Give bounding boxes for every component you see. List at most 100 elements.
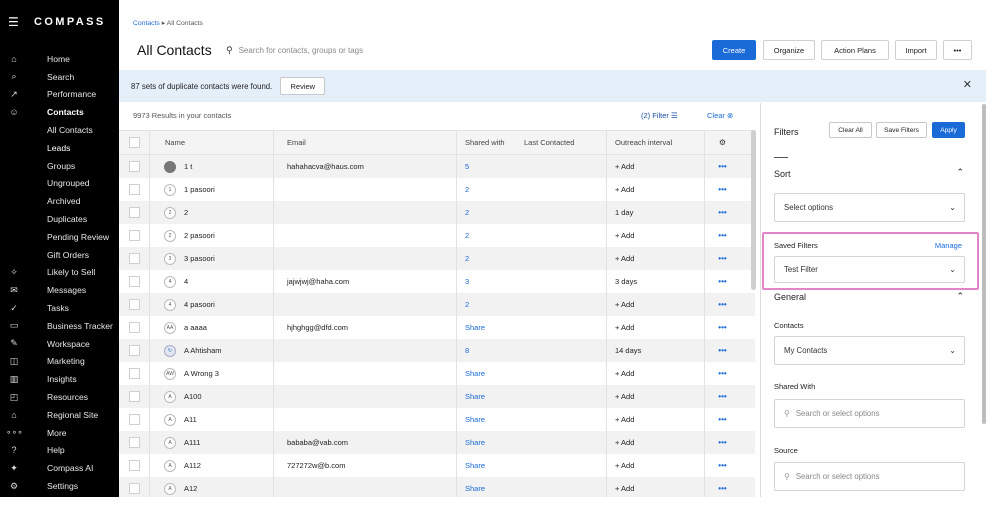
outreach-interval[interactable]: + Add [607, 224, 705, 247]
row-checkbox[interactable] [128, 391, 140, 402]
row-checkbox[interactable] [128, 161, 140, 172]
sidebar-item-compass-ai[interactable]: ✦ Compass AI [0, 459, 119, 477]
row-more-icon[interactable]: ••• [705, 178, 740, 201]
more-actions-button[interactable]: ••• [943, 40, 972, 60]
row-checkbox[interactable] [128, 483, 140, 494]
table-row[interactable]: ↻ A Ahtisham 8 14 days ••• [119, 339, 755, 362]
outreach-interval[interactable]: 14 days [607, 339, 705, 362]
column-header-email[interactable]: Email [274, 131, 457, 154]
shared-with-link[interactable]: 8 [457, 339, 519, 362]
table-row[interactable]: 2 2 pasoori 2 + Add ••• [119, 224, 755, 247]
source-filter-input[interactable]: ⚲ Search or select options [774, 462, 965, 491]
sidebar-item-resources[interactable]: ◰ Resources [0, 388, 119, 406]
general-section-label[interactable]: General [774, 292, 806, 302]
row-more-icon[interactable]: ••• [705, 293, 740, 316]
shared-with-link[interactable]: Share [457, 408, 519, 431]
shared-with-link[interactable]: 2 [457, 224, 519, 247]
row-more-icon[interactable]: ••• [705, 201, 740, 224]
table-row[interactable]: A A11 Share + Add ••• [119, 408, 755, 431]
row-more-icon[interactable]: ••• [705, 155, 740, 178]
sidebar-item-settings[interactable]: ⚙ Settings [0, 477, 119, 495]
table-row[interactable]: AA a aaaa hjhghgg@dfd.com Share + Add ••• [119, 316, 755, 339]
sidebar-item-home[interactable]: ⌂ Home [0, 50, 119, 68]
sidebar-item-duplicates[interactable]: Duplicates [0, 210, 119, 228]
compass-logo[interactable]: COMPASS [34, 16, 106, 28]
hamburger-icon[interactable]: ☰ [8, 15, 22, 29]
outreach-interval[interactable]: + Add [607, 155, 705, 178]
save-filters-button[interactable]: Save Filters [876, 122, 927, 138]
table-row[interactable]: A A112 727272w@b.com Share + Add ••• [119, 454, 755, 477]
row-checkbox[interactable] [128, 345, 140, 356]
outreach-interval[interactable]: + Add [607, 431, 705, 454]
sidebar-item-all-contacts[interactable]: All Contacts [0, 121, 119, 139]
general-collapse-caret-icon[interactable]: ⌃ [956, 291, 964, 302]
contact-name-cell[interactable]: 4 4 pasoori [150, 293, 274, 316]
sidebar-item-leads[interactable]: Leads [0, 139, 119, 157]
contact-name[interactable]: 3 pasoori [184, 254, 215, 263]
row-checkbox[interactable] [128, 299, 140, 310]
organize-button[interactable]: Organize [763, 40, 815, 60]
table-row[interactable]: AW A Wrong 3 Share + Add ••• [119, 362, 755, 385]
contact-name[interactable]: A12 [184, 484, 197, 493]
contact-name-cell[interactable]: 44 [150, 270, 274, 293]
outreach-interval[interactable]: + Add [607, 316, 705, 339]
sort-select[interactable]: Select options ⌄ [774, 193, 965, 222]
contact-name-cell[interactable]: 2 2 pasoori [150, 224, 274, 247]
row-checkbox[interactable] [128, 276, 140, 287]
shared-with-link[interactable]: Share [457, 431, 519, 454]
contact-name-cell[interactable]: 3 3 pasoori [150, 247, 274, 270]
column-header-last-contacted[interactable]: Last Contacted [519, 131, 607, 154]
contact-name[interactable]: 4 pasoori [184, 300, 215, 309]
contact-name-cell[interactable]: A A112 [150, 454, 274, 477]
sidebar-item-messages[interactable]: ✉ Messages [0, 281, 119, 299]
shared-with-link[interactable]: 5 [457, 155, 519, 178]
table-row[interactable]: A A100 Share + Add ••• [119, 385, 755, 408]
sidebar-item-workspace[interactable]: ✎ Workspace [0, 335, 119, 353]
filters-panel-scrollbar[interactable] [982, 104, 986, 424]
contacts-filter-select[interactable]: My Contacts ⌄ [774, 336, 965, 365]
sidebar-item-ungrouped[interactable]: Ungrouped [0, 175, 119, 193]
outreach-interval[interactable]: + Add [607, 293, 705, 316]
contact-name[interactable]: A11 [184, 415, 197, 424]
import-button[interactable]: Import [895, 40, 937, 60]
shared-with-link[interactable]: Share [457, 454, 519, 477]
table-scrollbar[interactable] [751, 130, 756, 290]
shared-with-filter-input[interactable]: ⚲ Search or select options [774, 399, 965, 428]
row-more-icon[interactable]: ••• [705, 339, 740, 362]
contact-name-cell[interactable]: AW A Wrong 3 [150, 362, 274, 385]
clear-filters-link[interactable]: Clear ⊗ [707, 111, 733, 120]
outreach-interval[interactable]: 1 day [607, 201, 705, 224]
contact-name[interactable]: A Wrong 3 [184, 369, 219, 378]
contact-name-cell[interactable]: A A100 [150, 385, 274, 408]
outreach-interval[interactable]: + Add [607, 362, 705, 385]
contact-name-cell[interactable]: A A11 [150, 408, 274, 431]
contact-name-cell[interactable]: 1 t [150, 155, 274, 178]
sidebar-item-likely-to-sell[interactable]: ✧ Likely to Sell [0, 264, 119, 282]
contact-name[interactable]: 4 [184, 277, 188, 286]
sidebar-item-gift-orders[interactable]: Gift Orders [0, 246, 119, 264]
contact-name[interactable]: A Ahtisham [184, 346, 222, 355]
row-more-icon[interactable]: ••• [705, 431, 740, 454]
table-row[interactable]: 1 1 pasoori 2 + Add ••• [119, 178, 755, 201]
contact-name[interactable]: 1 pasoori [184, 185, 215, 194]
clear-all-filters-button[interactable]: Clear All [829, 122, 872, 138]
contact-name-cell[interactable]: A A111 [150, 431, 274, 454]
contact-name-cell[interactable]: 22 [150, 201, 274, 224]
outreach-interval[interactable]: + Add [607, 178, 705, 201]
filter-toggle-link[interactable]: (2) Filter ☰ [641, 111, 678, 120]
action-plans-button[interactable]: Action Plans [821, 40, 889, 60]
row-checkbox[interactable] [128, 414, 140, 425]
shared-with-link[interactable]: 2 [457, 293, 519, 316]
sidebar-item-performance[interactable]: ↗ Performance [0, 86, 119, 104]
shared-with-link[interactable]: Share [457, 316, 519, 339]
sort-section-label[interactable]: Sort [774, 169, 791, 179]
contact-name[interactable]: 2 pasoori [184, 231, 215, 240]
sidebar-item-contacts[interactable]: ☺ Contacts [0, 103, 119, 121]
shared-with-link[interactable]: 3 [457, 270, 519, 293]
shared-with-link[interactable]: Share [457, 385, 519, 408]
outreach-interval[interactable]: + Add [607, 385, 705, 408]
table-row[interactable]: 1 t hahahacva@haus.com 5 + Add ••• [119, 155, 755, 178]
select-all-checkbox[interactable] [128, 137, 140, 148]
column-header-shared-with[interactable]: Shared with [457, 131, 519, 154]
row-more-icon[interactable]: ••• [705, 454, 740, 477]
